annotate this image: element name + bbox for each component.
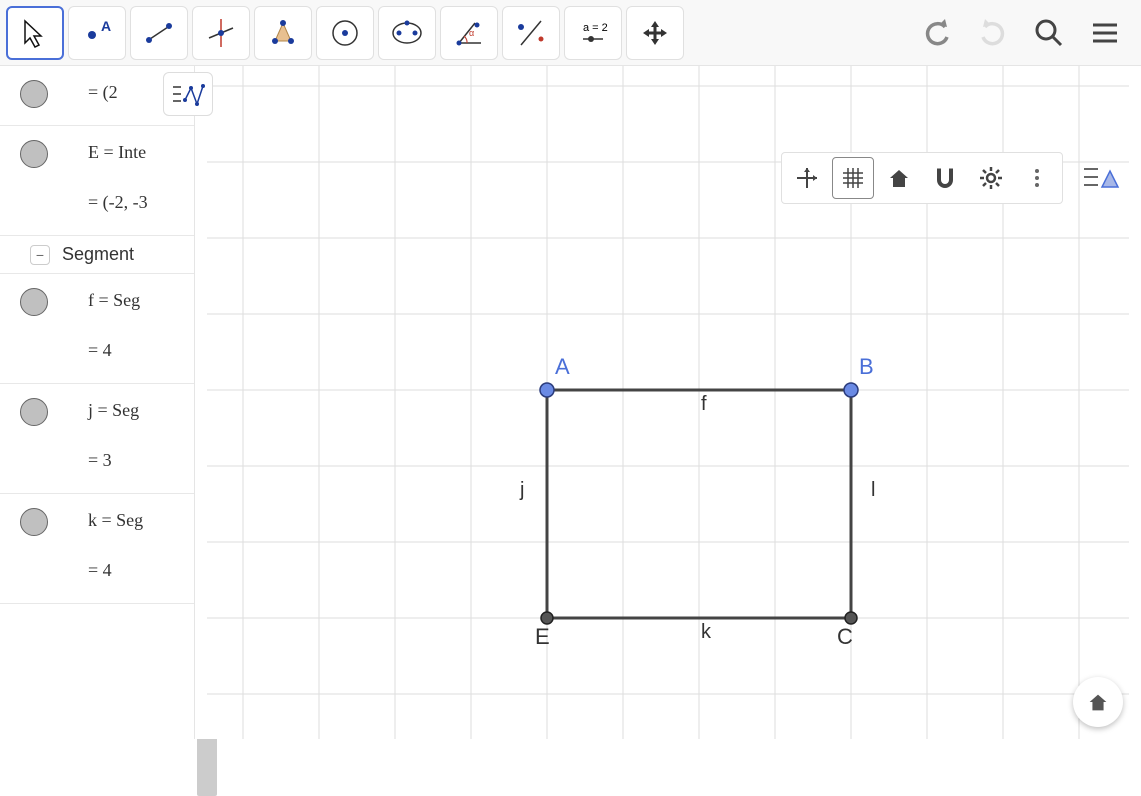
point-E[interactable] <box>541 612 553 624</box>
algebra-row[interactable]: E = Inte = (-2, -3 <box>0 126 194 236</box>
tool-group: A α a = 2 <box>6 6 684 60</box>
section-label: Segment <box>62 244 134 265</box>
graphics-toolbar <box>781 152 1063 204</box>
home-floating-button[interactable] <box>1073 677 1123 727</box>
algebra-value: = (2 <box>88 76 118 108</box>
algebra-def: j = Seg = 3 <box>88 394 139 477</box>
graphics-view[interactable]: f j k l A B E C <box>195 66 1141 739</box>
more-options-button[interactable] <box>1016 157 1058 199</box>
visibility-toggle[interactable] <box>20 508 48 536</box>
snap-button[interactable] <box>924 157 966 199</box>
undo-button[interactable] <box>919 15 955 51</box>
svg-text:α: α <box>469 28 474 38</box>
visibility-toggle[interactable] <box>20 288 48 316</box>
algebra-def: k = Seg = 4 <box>88 504 143 587</box>
settings-button[interactable] <box>970 157 1012 199</box>
point-tool-button[interactable]: A <box>68 6 126 60</box>
angle-tool-button[interactable]: α <box>440 6 498 60</box>
point-label-A: A <box>555 354 570 379</box>
ellipse-tool-button[interactable] <box>378 6 436 60</box>
point-A[interactable] <box>540 383 554 397</box>
visibility-toggle[interactable] <box>20 140 48 168</box>
collapse-toggle[interactable]: − <box>30 245 50 265</box>
style-bar-toggle[interactable] <box>1075 152 1125 202</box>
algebra-def: f = Seg = 4 <box>88 284 140 367</box>
segment-label-l: l <box>871 479 875 501</box>
slider-tool-button[interactable]: a = 2 <box>564 6 622 60</box>
grid-toggle-button[interactable] <box>832 157 874 199</box>
redo-button[interactable] <box>975 15 1011 51</box>
visibility-toggle[interactable] <box>20 80 48 108</box>
top-right-controls <box>919 15 1135 51</box>
algebra-view: = (2 E = Inte = (-2, -3 − Segment f = Se… <box>0 66 195 739</box>
move-tool-button[interactable] <box>6 6 64 60</box>
menu-button[interactable] <box>1087 15 1123 51</box>
point-label-C: C <box>837 624 853 649</box>
segment-label-f: f <box>701 393 707 415</box>
polygon-tool-button[interactable] <box>254 6 312 60</box>
algebra-row[interactable]: j = Seg = 3 <box>0 384 194 494</box>
svg-text:A: A <box>101 18 111 34</box>
reflect-tool-button[interactable] <box>502 6 560 60</box>
algebra-def: E = Inte = (-2, -3 <box>88 136 148 219</box>
circle-tool-button[interactable] <box>316 6 374 60</box>
move-view-tool-button[interactable] <box>626 6 684 60</box>
perpendicular-tool-button[interactable] <box>192 6 250 60</box>
algebra-view-mode-toggle[interactable] <box>163 72 213 116</box>
point-C[interactable] <box>845 612 857 624</box>
svg-text:a = 2: a = 2 <box>583 22 608 34</box>
algebra-row[interactable]: k = Seg = 4 <box>0 494 194 604</box>
axes-toggle-button[interactable] <box>786 157 828 199</box>
segment-label-k: k <box>701 621 712 643</box>
visibility-toggle[interactable] <box>20 398 48 426</box>
search-button[interactable] <box>1031 15 1067 51</box>
point-label-E: E <box>535 624 550 649</box>
line-tool-button[interactable] <box>130 6 188 60</box>
main-area: = (2 E = Inte = (-2, -3 − Segment f = Se… <box>0 66 1141 739</box>
point-B[interactable] <box>844 383 858 397</box>
point-label-B: B <box>859 354 874 379</box>
segment-label-j: j <box>519 479 524 501</box>
top-toolbar: A α a = 2 <box>0 0 1141 66</box>
section-header-segment[interactable]: − Segment <box>0 236 194 274</box>
algebra-row[interactable]: f = Seg = 4 <box>0 274 194 384</box>
home-view-button[interactable] <box>878 157 920 199</box>
